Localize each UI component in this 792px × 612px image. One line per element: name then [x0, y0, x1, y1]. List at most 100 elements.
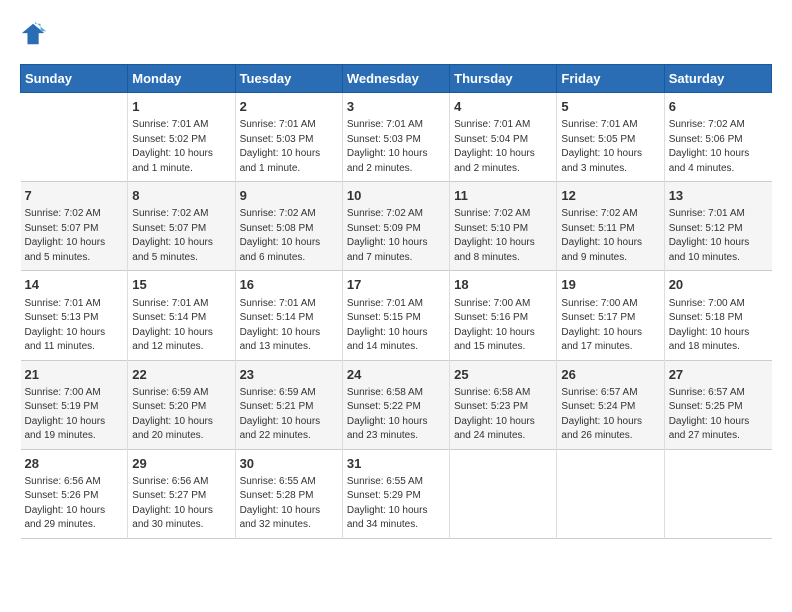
date-number: 4: [454, 98, 552, 116]
cell-info: Sunrise: 7:01 AM Sunset: 5:03 PM Dayligh…: [347, 118, 445, 176]
date-number: 23: [240, 366, 338, 384]
calendar-cell: 3 Sunrise: 7:01 AM Sunset: 5:03 PM Daylig…: [342, 93, 449, 182]
calendar-body: 1Sunrise: 7:01 AM Sunset: 5:02 PM Daylig…: [21, 93, 772, 539]
date-number: 6: [669, 98, 768, 116]
calendar-cell: 16 Sunrise: 7:01 AM Sunset: 5:14 PM Dayli…: [235, 271, 342, 360]
calendar-cell: 4 Sunrise: 7:01 AM Sunset: 5:04 PM Daylig…: [450, 93, 557, 182]
week-row-3: 14 Sunrise: 7:01 AM Sunset: 5:13 PM Dayli…: [21, 271, 772, 360]
cell-info: Sunrise: 7:00 AM Sunset: 5:16 PM Dayligh…: [454, 297, 552, 355]
cell-info: Sunrise: 6:58 AM Sunset: 5:23 PM Dayligh…: [454, 386, 552, 444]
date-number: 10: [347, 187, 445, 205]
calendar-cell: 12 Sunrise: 7:02 AM Sunset: 5:11 PM Dayli…: [557, 182, 664, 271]
calendar-header-row: SundayMondayTuesdayWednesdayThursdayFrid…: [21, 65, 772, 93]
calendar-cell: 2Sunrise: 7:01 AM Sunset: 5:03 PM Daylig…: [235, 93, 342, 182]
cell-info: Sunrise: 6:57 AM Sunset: 5:25 PM Dayligh…: [669, 386, 768, 444]
date-number: 26: [561, 366, 659, 384]
day-header-friday: Friday: [557, 65, 664, 93]
calendar-cell: 15 Sunrise: 7:01 AM Sunset: 5:14 PM Dayli…: [128, 271, 235, 360]
date-number: 12: [561, 187, 659, 205]
calendar-cell: 23 Sunrise: 6:59 AM Sunset: 5:21 PM Dayli…: [235, 360, 342, 449]
cell-info: Sunrise: 6:59 AM Sunset: 5:21 PM Dayligh…: [240, 386, 338, 444]
cell-info: Sunrise: 7:02 AM Sunset: 5:07 PM Dayligh…: [132, 207, 230, 265]
date-number: 16: [240, 276, 338, 294]
calendar-cell: 6Sunrise: 7:02 AM Sunset: 5:06 PM Daylig…: [664, 93, 771, 182]
day-header-tuesday: Tuesday: [235, 65, 342, 93]
cell-info: Sunrise: 6:56 AM Sunset: 5:27 PM Dayligh…: [132, 475, 230, 533]
week-row-4: 21Sunrise: 7:00 AM Sunset: 5:19 PM Dayli…: [21, 360, 772, 449]
calendar-cell: 8 Sunrise: 7:02 AM Sunset: 5:07 PM Daylig…: [128, 182, 235, 271]
calendar-cell: 31 Sunrise: 6:55 AM Sunset: 5:29 PM Dayli…: [342, 449, 449, 538]
cell-info: Sunrise: 7:02 AM Sunset: 5:07 PM Dayligh…: [25, 207, 124, 265]
date-number: 8: [132, 187, 230, 205]
date-number: 18: [454, 276, 552, 294]
cell-info: Sunrise: 7:01 AM Sunset: 5:04 PM Dayligh…: [454, 118, 552, 176]
calendar-cell: [21, 93, 128, 182]
cell-info: Sunrise: 7:01 AM Sunset: 5:05 PM Dayligh…: [561, 118, 659, 176]
calendar-cell: 11Sunrise: 7:02 AM Sunset: 5:10 PM Dayli…: [450, 182, 557, 271]
cell-info: Sunrise: 7:01 AM Sunset: 5:12 PM Dayligh…: [669, 207, 768, 265]
date-number: 15: [132, 276, 230, 294]
date-number: 3: [347, 98, 445, 116]
date-number: 11: [454, 187, 552, 205]
date-number: 30: [240, 455, 338, 473]
cell-info: Sunrise: 7:01 AM Sunset: 5:15 PM Dayligh…: [347, 297, 445, 355]
cell-info: Sunrise: 6:55 AM Sunset: 5:28 PM Dayligh…: [240, 475, 338, 533]
calendar-cell: 10 Sunrise: 7:02 AM Sunset: 5:09 PM Dayli…: [342, 182, 449, 271]
cell-info: Sunrise: 7:02 AM Sunset: 5:09 PM Dayligh…: [347, 207, 445, 265]
cell-info: Sunrise: 7:01 AM Sunset: 5:03 PM Dayligh…: [240, 118, 338, 176]
date-number: 28: [25, 455, 124, 473]
cell-info: Sunrise: 7:01 AM Sunset: 5:02 PM Dayligh…: [132, 118, 230, 176]
calendar-cell: 13 Sunrise: 7:01 AM Sunset: 5:12 PM Dayli…: [664, 182, 771, 271]
week-row-1: 1Sunrise: 7:01 AM Sunset: 5:02 PM Daylig…: [21, 93, 772, 182]
calendar-cell: 25 Sunrise: 6:58 AM Sunset: 5:23 PM Dayli…: [450, 360, 557, 449]
calendar-cell: 18 Sunrise: 7:00 AM Sunset: 5:16 PM Dayli…: [450, 271, 557, 360]
week-row-2: 7 Sunrise: 7:02 AM Sunset: 5:07 PM Daylig…: [21, 182, 772, 271]
calendar-cell: 1Sunrise: 7:01 AM Sunset: 5:02 PM Daylig…: [128, 93, 235, 182]
cell-info: Sunrise: 7:01 AM Sunset: 5:14 PM Dayligh…: [132, 297, 230, 355]
date-number: 31: [347, 455, 445, 473]
cell-info: Sunrise: 6:55 AM Sunset: 5:29 PM Dayligh…: [347, 475, 445, 533]
date-number: 21: [25, 366, 124, 384]
calendar-cell: 22Sunrise: 6:59 AM Sunset: 5:20 PM Dayli…: [128, 360, 235, 449]
calendar-cell: 21Sunrise: 7:00 AM Sunset: 5:19 PM Dayli…: [21, 360, 128, 449]
calendar-cell: 7 Sunrise: 7:02 AM Sunset: 5:07 PM Daylig…: [21, 182, 128, 271]
cell-info: Sunrise: 7:00 AM Sunset: 5:18 PM Dayligh…: [669, 297, 768, 355]
calendar-cell: 20Sunrise: 7:00 AM Sunset: 5:18 PM Dayli…: [664, 271, 771, 360]
date-number: 17: [347, 276, 445, 294]
calendar-cell: 26Sunrise: 6:57 AM Sunset: 5:24 PM Dayli…: [557, 360, 664, 449]
calendar-cell: [450, 449, 557, 538]
cell-info: Sunrise: 6:58 AM Sunset: 5:22 PM Dayligh…: [347, 386, 445, 444]
page-header: [20, 20, 772, 48]
cell-info: Sunrise: 6:56 AM Sunset: 5:26 PM Dayligh…: [25, 475, 124, 533]
day-header-saturday: Saturday: [664, 65, 771, 93]
calendar-cell: [557, 449, 664, 538]
date-number: 29: [132, 455, 230, 473]
calendar-cell: 27 Sunrise: 6:57 AM Sunset: 5:25 PM Dayli…: [664, 360, 771, 449]
calendar-cell: 9Sunrise: 7:02 AM Sunset: 5:08 PM Daylig…: [235, 182, 342, 271]
cell-info: Sunrise: 6:59 AM Sunset: 5:20 PM Dayligh…: [132, 386, 230, 444]
logo: [20, 20, 52, 48]
date-number: 25: [454, 366, 552, 384]
date-number: 24: [347, 366, 445, 384]
day-header-wednesday: Wednesday: [342, 65, 449, 93]
date-number: 13: [669, 187, 768, 205]
cell-info: Sunrise: 7:01 AM Sunset: 5:14 PM Dayligh…: [240, 297, 338, 355]
logo-icon: [20, 20, 48, 48]
day-header-monday: Monday: [128, 65, 235, 93]
date-number: 27: [669, 366, 768, 384]
calendar-table: SundayMondayTuesdayWednesdayThursdayFrid…: [20, 64, 772, 539]
date-number: 5: [561, 98, 659, 116]
cell-info: Sunrise: 7:02 AM Sunset: 5:11 PM Dayligh…: [561, 207, 659, 265]
cell-info: Sunrise: 7:01 AM Sunset: 5:13 PM Dayligh…: [25, 297, 124, 355]
calendar-cell: 28 Sunrise: 6:56 AM Sunset: 5:26 PM Dayli…: [21, 449, 128, 538]
calendar-cell: 14 Sunrise: 7:01 AM Sunset: 5:13 PM Dayli…: [21, 271, 128, 360]
day-header-sunday: Sunday: [21, 65, 128, 93]
calendar-cell: 29 Sunrise: 6:56 AM Sunset: 5:27 PM Dayli…: [128, 449, 235, 538]
calendar-cell: 17 Sunrise: 7:01 AM Sunset: 5:15 PM Dayli…: [342, 271, 449, 360]
date-number: 7: [25, 187, 124, 205]
cell-info: Sunrise: 7:02 AM Sunset: 5:08 PM Dayligh…: [240, 207, 338, 265]
calendar-cell: [664, 449, 771, 538]
date-number: 19: [561, 276, 659, 294]
date-number: 14: [25, 276, 124, 294]
day-header-thursday: Thursday: [450, 65, 557, 93]
